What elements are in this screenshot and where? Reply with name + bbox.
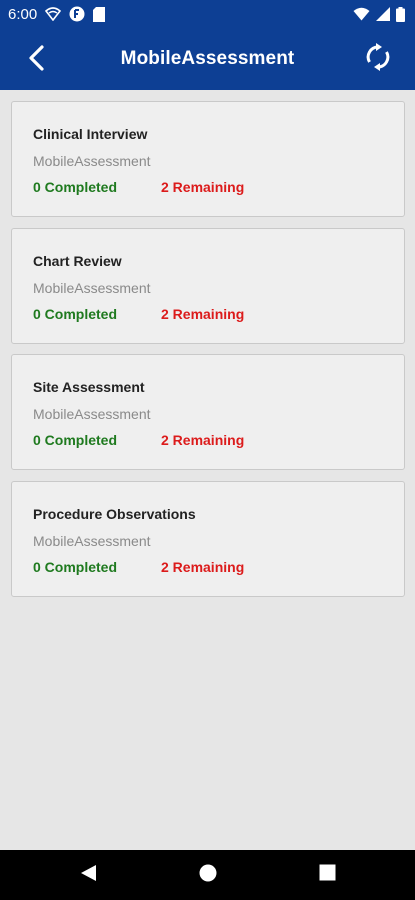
- nav-recents-button[interactable]: [314, 862, 340, 888]
- back-triangle-icon: [79, 864, 97, 887]
- assessment-card[interactable]: Chart Review MobileAssessment 0 Complete…: [11, 227, 405, 344]
- nav-back-button[interactable]: [75, 862, 101, 888]
- nav-home-button[interactable]: [195, 862, 221, 888]
- card-subtitle: MobileAssessment: [33, 279, 151, 296]
- card-title: Chart Review: [33, 252, 122, 269]
- assessment-list: Clinical Interview MobileAssessment 0 Co…: [11, 101, 405, 607]
- home-circle-icon: [199, 864, 217, 887]
- status-bar: 6:00: [0, 0, 415, 28]
- assessment-card[interactable]: Site Assessment MobileAssessment 0 Compl…: [11, 354, 405, 470]
- assessment-card[interactable]: Procedure Observations MobileAssessment …: [11, 480, 405, 597]
- notification-app-icon: [69, 6, 85, 22]
- card-subtitle: MobileAssessment: [33, 153, 151, 169]
- card-subtitle: MobileAssessment: [33, 406, 151, 422]
- remaining-count: 2 Remaining: [161, 305, 245, 322]
- card-subtitle: MobileAssessment: [33, 532, 151, 549]
- wifi-calling-icon: [45, 7, 62, 21]
- remaining-count: 2 Remaining: [161, 179, 245, 195]
- page-title: MobileAssessment: [120, 48, 295, 69]
- app-bar: MobileAssessment: [0, 28, 415, 90]
- sync-button[interactable]: [359, 40, 397, 78]
- completed-count: 0 Completed: [33, 179, 118, 195]
- remaining-count: 2 Remaining: [161, 558, 245, 575]
- sync-icon: [365, 42, 391, 76]
- card-title: Site Assessment: [33, 379, 145, 395]
- status-time: 6:00: [8, 5, 38, 23]
- system-nav-bar: [0, 850, 415, 900]
- card-title: Procedure Observations: [33, 505, 196, 522]
- completed-count: 0 Completed: [33, 305, 118, 322]
- assessment-card[interactable]: Clinical Interview MobileAssessment 0 Co…: [11, 101, 405, 217]
- sd-card-icon: [93, 6, 106, 22]
- remaining-count: 2 Remaining: [161, 432, 245, 448]
- card-title: Clinical Interview: [33, 126, 148, 142]
- cell-signal-icon: [376, 7, 390, 21]
- wifi-icon: [353, 7, 370, 21]
- recents-square-icon: [319, 864, 336, 886]
- completed-count: 0 Completed: [33, 558, 118, 575]
- completed-count: 0 Completed: [33, 432, 118, 448]
- battery-icon: [396, 6, 405, 22]
